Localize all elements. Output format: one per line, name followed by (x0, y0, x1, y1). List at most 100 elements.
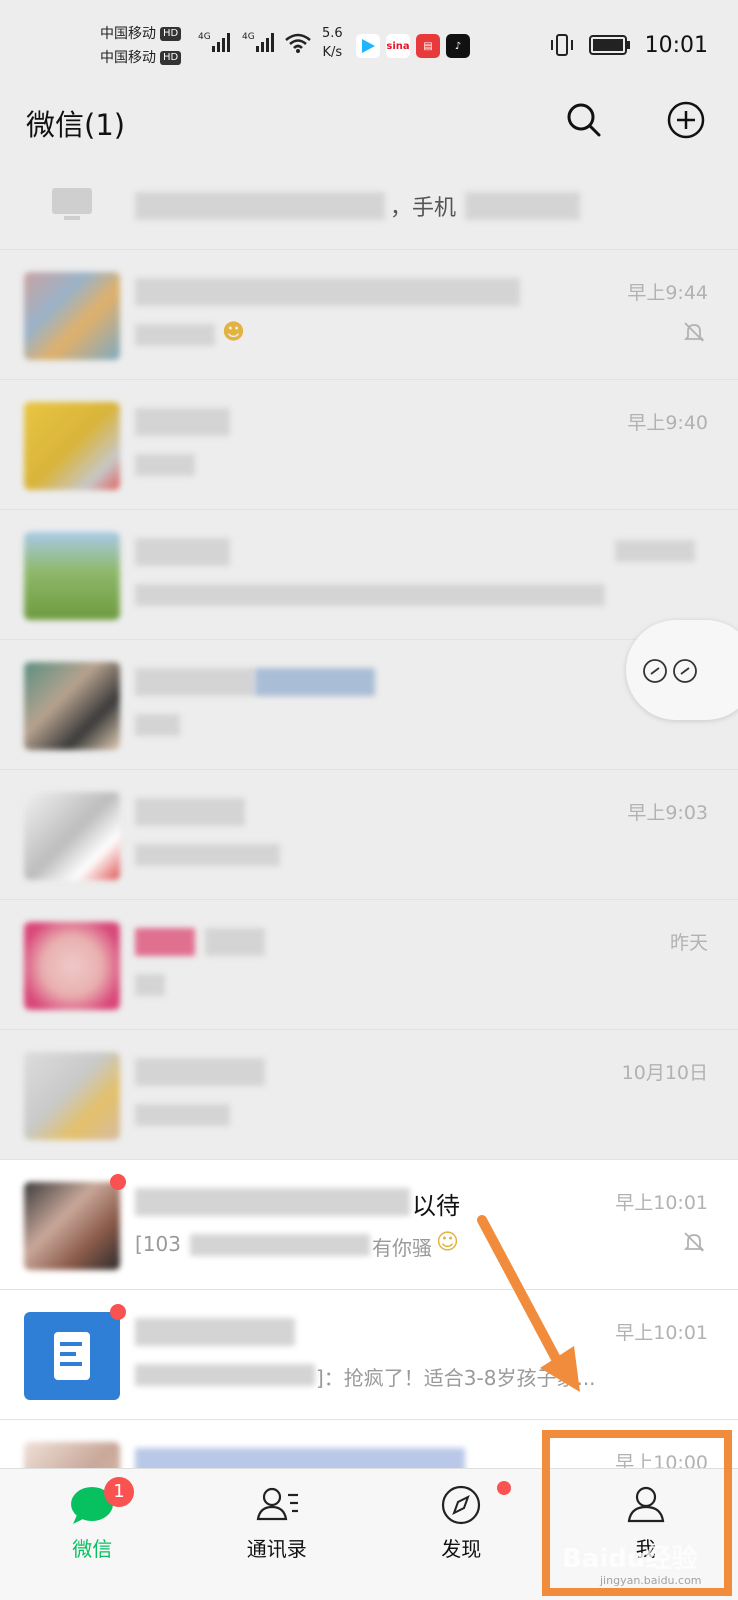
chat-row[interactable]: 以待 [103 有你骚 ☺ 早上10:01 (0, 1160, 738, 1290)
avatar (24, 272, 120, 360)
chat-time: 早上9:44 (627, 282, 708, 304)
chat-time: 早上10:01 (615, 1322, 708, 1344)
tab-contacts[interactable]: 通讯录 (185, 1469, 370, 1600)
notification-icons: sina ▤ ♪ (356, 34, 470, 58)
chat-name (135, 278, 520, 306)
pc-login-banner[interactable]: ，手机 (0, 160, 738, 250)
avatar (24, 402, 120, 490)
wifi-icon (285, 33, 311, 53)
floating-window-button[interactable] (626, 620, 738, 720)
avatar (24, 532, 120, 620)
chat-row[interactable]: 昨天 (0, 900, 738, 1030)
chat-time: 10月10日 (621, 1062, 708, 1084)
contacts-icon (256, 1487, 298, 1521)
book-app-icon: ▤ (416, 34, 440, 58)
emoji-icon: ☻ (222, 320, 245, 345)
avatar (24, 1052, 120, 1140)
chat-name (135, 668, 255, 696)
document-icon (54, 1332, 90, 1380)
chat-preview: [103 (135, 1232, 181, 1256)
add-button[interactable] (664, 98, 708, 142)
avatar (24, 792, 120, 880)
status-right: 10:01 (549, 32, 708, 58)
chat-time (615, 540, 695, 562)
avatar (24, 662, 120, 750)
compass-icon (442, 1485, 481, 1525)
tab-discover[interactable]: 发现 (369, 1469, 554, 1600)
chat-preview (135, 1104, 230, 1126)
tab-chats[interactable]: 1 微信 (0, 1469, 185, 1600)
chat-time: 早上9:03 (627, 802, 708, 824)
chat-row[interactable]: ☻ 早上9:44 (0, 250, 738, 380)
status-bar: 中国移动 HD 中国移动 HD 4G 4G 5.6 K/s sina ▤ ♪ 1… (0, 0, 738, 90)
unread-badge: 1 (104, 1477, 134, 1507)
chat-row[interactable] (0, 510, 738, 640)
chat-name (135, 1058, 265, 1086)
chat-name (135, 408, 230, 436)
chat-name (135, 538, 230, 566)
redacted-text (135, 1364, 315, 1386)
page-title: 微信(1) (26, 108, 126, 142)
chat-name (135, 928, 195, 956)
chat-preview (135, 584, 605, 606)
carrier-2: 中国移动 (100, 50, 156, 66)
tab-label: 发现 (441, 1537, 482, 1561)
vibrate-icon (550, 34, 573, 56)
smile-emoji-icon: ☺ (436, 1230, 459, 1255)
tiktok-icon: ♪ (446, 34, 470, 58)
computer-icon (52, 188, 92, 220)
signal-icon: 4G (242, 32, 274, 52)
chat-row[interactable]: 10月10日 (0, 1030, 738, 1160)
unread-dot (110, 1304, 126, 1320)
signal-icon: 4G (198, 32, 230, 52)
hd-badge: HD (160, 51, 182, 65)
banner-text: ，手机 (390, 196, 457, 221)
chat-preview (135, 844, 280, 866)
chat-time: 昨天 (669, 932, 708, 954)
search-button[interactable] (562, 98, 606, 142)
carrier-info: 中国移动 HD 中国移动 HD (100, 22, 182, 70)
redacted-text (190, 1234, 370, 1256)
annotation-arrow-icon (477, 1215, 580, 1392)
avatar (24, 1312, 120, 1400)
chat-name-tail: 以待 (412, 1192, 460, 1220)
clock: 10:01 (644, 32, 708, 58)
notification-dot (497, 1481, 511, 1495)
chat-name (205, 928, 265, 956)
search-icon (567, 103, 601, 137)
carrier-1: 中国移动 (100, 26, 156, 42)
tab-label: 通讯录 (246, 1537, 307, 1561)
unread-dot (110, 1174, 126, 1190)
hd-badge: HD (160, 27, 182, 41)
app-header: 微信(1) (0, 90, 738, 160)
network-speed: 5.6 K/s (322, 26, 343, 60)
chat-preview (135, 714, 180, 736)
avatar (24, 922, 120, 1010)
svg-text:4G: 4G (198, 32, 211, 42)
chat-preview (135, 454, 195, 476)
watermark-logo: Baidu经验 (562, 1544, 698, 1574)
chat-time: 早上10:01 (615, 1192, 708, 1214)
mute-bell-icon (683, 322, 705, 342)
chat-name (135, 1188, 410, 1216)
chat-row[interactable]: 早上9:03 (0, 770, 738, 900)
battery-icon (588, 35, 630, 55)
chat-name (255, 668, 375, 696)
chat-name (135, 1318, 295, 1346)
chat-row[interactable]: 早上9:40 (0, 380, 738, 510)
chat-time: 早上9:40 (627, 412, 708, 434)
chat-preview (135, 324, 215, 346)
chat-preview-tail: 有你骚 (372, 1236, 432, 1260)
chat-list: ，手机 ☻ 早上9:44 早上9:40 早上9:03 昨天 10月10日 以待 … (0, 160, 738, 1550)
redacted-text (135, 192, 385, 220)
svg-text:4G: 4G (242, 32, 255, 42)
weibo-icon: sina (386, 34, 410, 58)
link-icon (643, 659, 697, 683)
tab-label: 微信 (72, 1537, 113, 1561)
video-app-icon (356, 34, 380, 58)
chat-preview (135, 974, 165, 996)
avatar (24, 1182, 120, 1270)
mute-bell-icon (683, 1232, 705, 1252)
chat-row[interactable]: ]：抢疯了！适合3-8岁孩子家... 早上10:01 (0, 1290, 738, 1420)
chat-name (135, 798, 245, 826)
